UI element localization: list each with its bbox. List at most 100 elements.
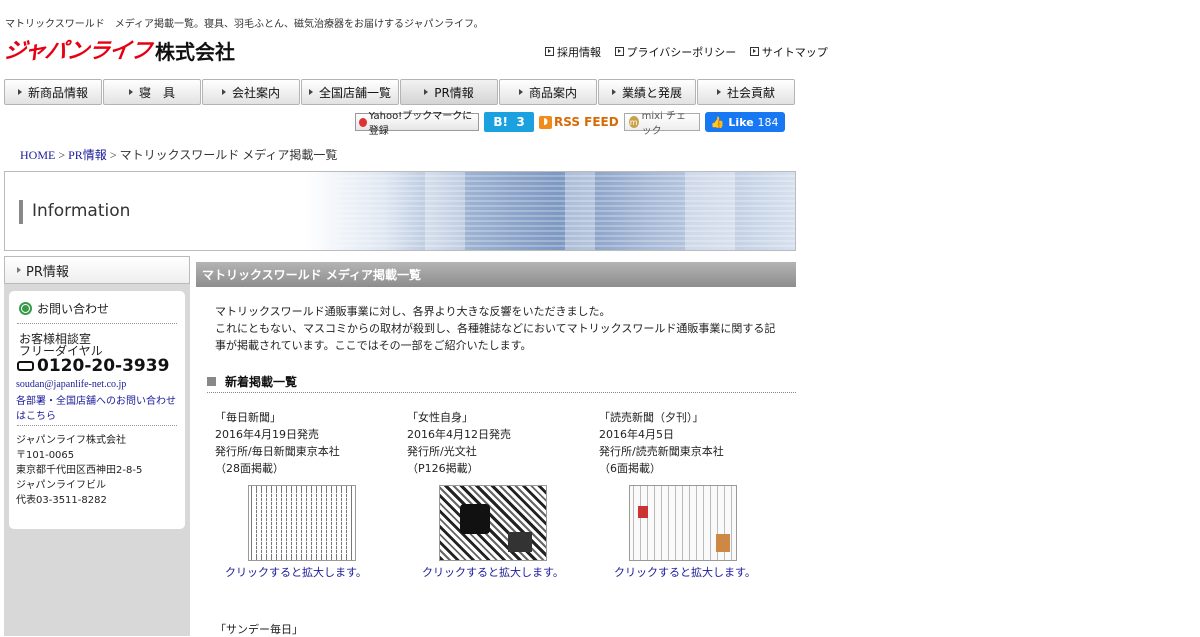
rss-label: RSS FEED [554,115,619,129]
top-link-label: サイトマップ [761,46,828,59]
mixi-check-button[interactable]: m mixi チェック [623,111,700,137]
intro-text: マトリックスワールド通販事業に対し、各界より大きな反響をいただきました。 これに… [215,303,785,354]
main-phone: 代表03-3511-8282 [16,495,107,506]
triangle-right-icon [518,89,523,95]
nav-label: 業績と発展 [621,85,682,100]
triangle-right-icon [308,89,313,95]
like-count: 184 [757,115,779,129]
article-media-name: 「女性自身」 [407,411,473,424]
nav-pr[interactable]: PR情報 [400,79,498,105]
hatena-icon: B! [493,115,508,129]
article-thumbnail[interactable] [629,485,737,561]
globe-icon [19,302,32,315]
article-item: 「読売新聞（夕刊）」 2016年4月5日 発行所/読売新聞東京本社 （6面掲載） [599,409,789,477]
postal-code: 〒101-0065 [16,450,75,461]
nav-label: 会社案内 [231,85,280,100]
article-date: 2016年4月12日発売 [407,428,511,441]
triangle-right-icon [611,89,616,95]
article-media-name: 「毎日新聞」 [215,411,281,424]
nav-products[interactable]: 商品案内 [499,79,597,105]
nav-company[interactable]: 会社案内 [202,79,300,105]
top-links: 採用情報 プライバシーポリシー サイトマップ [545,44,838,60]
logo-corp: 株式会社 [155,40,236,64]
site-logo[interactable]: ジャパンライフ 株式会社 [2,39,236,64]
top-link-label: 採用情報 [557,46,601,59]
yahoo-bookmark-button[interactable]: Yahoo!ブックマークに登録 [355,111,479,137]
thumbs-up-icon: 👍 [710,115,725,129]
contact-title: お問い合わせ [37,302,110,316]
article-page: （P126掲載） [407,462,479,475]
mixi-icon: m [628,116,639,128]
next-article-media-name: 「サンデー毎日」 [215,623,303,636]
sidebar-item-label: PR情報 [26,264,69,280]
enlarge-link[interactable]: クリックすると拡大します。 [422,564,564,580]
page: マトリックスワールド メディア掲載一覧。寝具、羽毛ふとん、磁気治療器をお届けする… [0,0,1200,636]
nav-stores[interactable]: 全国店舗一覧 [301,79,399,105]
divider [17,425,177,426]
nav-new-products[interactable]: 新商品情報 [4,79,102,105]
top-link-privacy[interactable]: プライバシーポリシー [614,46,736,59]
building-name: ジャパンライフビル [16,480,106,491]
mixi-label: mixi チェック [641,111,687,137]
nav-label: 商品案内 [528,85,577,100]
banner-title: Information [32,201,131,221]
nav-performance[interactable]: 業績と発展 [598,79,696,105]
top-link-recruit[interactable]: 採用情報 [545,46,601,59]
triangle-right-icon [716,89,721,95]
arrow-box-icon [614,47,624,56]
toll-free-number: 0120-20-3939 [17,356,169,376]
enlarge-link[interactable]: クリックすると拡大します。 [225,564,367,580]
yahoo-bookmark-label: Yahoo!ブックマークに登録 [368,111,473,137]
street-address: 東京都千代田区西神田2-8-5 [16,465,143,476]
rss-feed-button[interactable]: ◗ RSS FEED [539,113,619,131]
hatena-bookmark-button[interactable]: B! 3 [484,112,534,132]
nav-bedding[interactable]: 寝 具 [103,79,201,105]
breadcrumb-pr[interactable]: PR情報 [68,148,107,162]
triangle-right-icon [424,89,429,95]
article-date: 2016年4月5日 [599,428,674,441]
breadcrumb-home[interactable]: HOME [20,148,55,162]
article-item: 「女性自身」 2016年4月12日発売 発行所/光文社 （P126掲載） [407,409,597,477]
social-buttons: Yahoo!ブックマークに登録 B! 3 ◗ RSS FEED m mixi チェッ… [355,111,790,137]
department-contact-link[interactable]: 各部署・全国店舗へのお問い合わせはこちら [16,394,182,424]
article-media-name: 「読売新聞（夕刊）」 [599,411,704,424]
nav-label: 新商品情報 [27,85,88,100]
yahoo-icon [359,117,367,127]
page-banner: Information [4,171,796,251]
divider [17,323,177,324]
top-link-sitemap[interactable]: サイトマップ [749,46,828,59]
triangle-right-icon [17,267,21,273]
banner-title-bar [19,200,23,224]
nav-label: 寝 具 [138,85,175,100]
section-title: 新着掲載一覧 [225,375,298,389]
rss-icon: ◗ [539,115,552,129]
company-address: ジャパンライフ株式会社 〒101-0065 東京都千代田区西神田2-8-5 ジャ… [16,433,142,508]
contact-heading: お問い合わせ [19,300,109,317]
banner-building-column [685,172,735,250]
site-tagline: マトリックスワールド メディア掲載一覧。寝具、羽毛ふとん、磁気治療器をお届けする… [5,19,484,30]
breadcrumb-current: マトリックスワールド メディア掲載一覧 [119,148,338,162]
article-date: 2016年4月19日発売 [215,428,319,441]
triangle-right-icon [128,89,133,95]
sidebar-item-pr[interactable]: PR情報 [4,256,190,284]
triangle-right-icon [17,89,22,95]
email-link[interactable]: soudan@japanlife-net.co.jp [16,379,126,390]
arrow-box-icon [545,47,554,56]
enlarge-link[interactable]: クリックすると拡大します。 [614,564,756,580]
square-bullet-icon [207,377,216,386]
intro-paragraph: マトリックスワールド通販事業に対し、各界より大きな反響をいただきました。 [215,305,611,318]
breadcrumb-separator: > [109,148,117,162]
banner-building-column [425,172,465,250]
contact-box: お問い合わせ お客様相談室 フリーダイヤル 0120-20-3939 souda… [9,291,185,529]
breadcrumb-separator: > [58,148,66,162]
article-thumbnail[interactable] [439,485,547,561]
facebook-like-button[interactable]: 👍 Like 184 [704,112,785,132]
nav-label: PR情報 [434,85,474,100]
nav-csr[interactable]: 社会貢献 [697,79,795,105]
arrow-box-icon [749,47,759,56]
section-heading: 新着掲載一覧 [207,373,796,393]
consult-label: お客様相談室 フリーダイヤル [19,333,103,357]
logo-brand: ジャパンライフ [2,39,153,64]
article-publisher: 発行所/毎日新聞東京本社 [215,445,340,458]
article-thumbnail[interactable] [248,485,356,561]
